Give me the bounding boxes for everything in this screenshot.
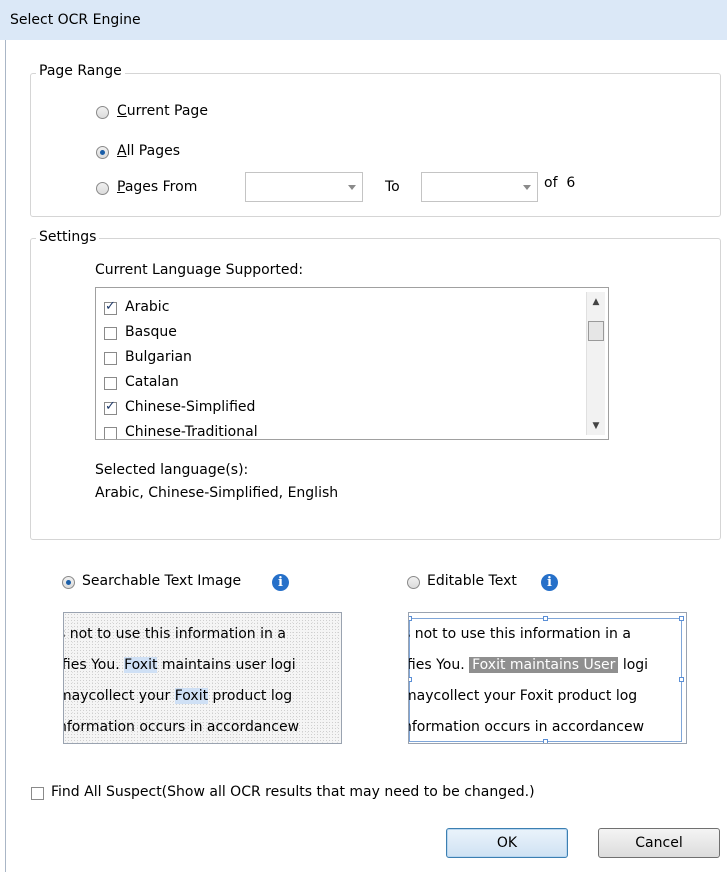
language-checkbox[interactable] [104, 352, 117, 365]
total-pages: 6 [566, 175, 576, 191]
language-name: Basque [125, 324, 177, 340]
editable-preview: s not to use this information in a ifies… [408, 612, 687, 744]
preview-line: s not to use this information in a [63, 626, 286, 642]
ok-button[interactable]: OK [446, 828, 568, 858]
chevron-down-icon [348, 185, 356, 190]
current-page-label[interactable]: Current Page [117, 103, 208, 119]
scroll-thumb[interactable] [588, 321, 604, 341]
scroll-up-icon[interactable]: ▲ [587, 294, 605, 310]
find-all-suspect-checkbox[interactable] [31, 787, 44, 800]
resize-handle [409, 677, 412, 682]
cancel-button[interactable]: Cancel [598, 828, 720, 858]
window-border [5, 40, 6, 872]
settings-legend: Settings [36, 229, 100, 245]
chevron-down-icon [523, 185, 531, 190]
preview-line: s not to use this information in a [408, 626, 631, 642]
resize-handle [679, 616, 684, 621]
language-checkbox[interactable] [104, 399, 117, 415]
all-pages-label[interactable]: All Pages [117, 143, 180, 159]
from-page-combo[interactable] [245, 172, 363, 202]
resize-handle [543, 616, 548, 621]
resize-handle [679, 677, 684, 682]
title-bar: Select OCR Engine [0, 0, 727, 40]
preview-line: ifies You. Foxit maintains user logi [63, 657, 296, 673]
selected-languages-label: Selected language(s): [95, 462, 249, 478]
preview-line: nformation occurs in accordancew [408, 719, 645, 735]
searchable-preview: s not to use this information in a ifies… [63, 612, 342, 744]
find-all-suspect-label[interactable]: Find All Suspect(Show all OCR results th… [51, 784, 535, 800]
language-checkbox[interactable] [104, 377, 117, 390]
page-range-legend: Page Range [36, 63, 125, 79]
preview-line: maycollect your Foxit product log [408, 688, 638, 704]
language-checkbox[interactable] [104, 299, 117, 315]
language-name: Arabic [125, 299, 170, 315]
info-icon[interactable]: i [272, 574, 289, 591]
language-checkbox[interactable] [104, 427, 117, 439]
dialog-title: Select OCR Engine [10, 12, 141, 28]
preview-line: maycollect your Foxit product log [63, 688, 293, 704]
resize-handle [543, 739, 548, 743]
info-icon[interactable]: i [541, 574, 558, 591]
selected-languages-value: Arabic, Chinese-Simplified, English [95, 485, 339, 501]
language-name: Chinese-Traditional [125, 424, 258, 440]
languages-label: Current Language Supported: [95, 262, 304, 278]
current-page-radio[interactable] [96, 106, 109, 119]
to-label: To [385, 179, 400, 195]
preview-line: ifies You. Foxit maintains User logi [408, 657, 649, 673]
to-page-combo[interactable] [421, 172, 538, 202]
editable-text-radio[interactable] [407, 576, 420, 589]
scroll-down-icon[interactable]: ▼ [587, 418, 605, 434]
language-list[interactable]: Arabic Basque Bulgarian Catalan Chinese-… [95, 287, 609, 440]
of-label: of 6 [544, 175, 576, 191]
language-name: Chinese-Simplified [125, 399, 256, 415]
all-pages-radio[interactable] [96, 146, 109, 159]
pages-from-radio[interactable] [96, 182, 109, 195]
language-name: Bulgarian [125, 349, 192, 365]
searchable-text-label[interactable]: Searchable Text Image [82, 573, 241, 589]
preview-line: nformation occurs in accordancew [63, 719, 300, 735]
language-list-scrollbar[interactable]: ▲ ▼ [586, 292, 605, 435]
resize-handle [409, 616, 412, 621]
editable-text-label[interactable]: Editable Text [427, 573, 517, 589]
language-name: Catalan [125, 374, 179, 390]
language-checkbox[interactable] [104, 327, 117, 340]
pages-from-label[interactable]: Pages From [117, 179, 197, 195]
searchable-text-radio[interactable] [62, 576, 75, 589]
